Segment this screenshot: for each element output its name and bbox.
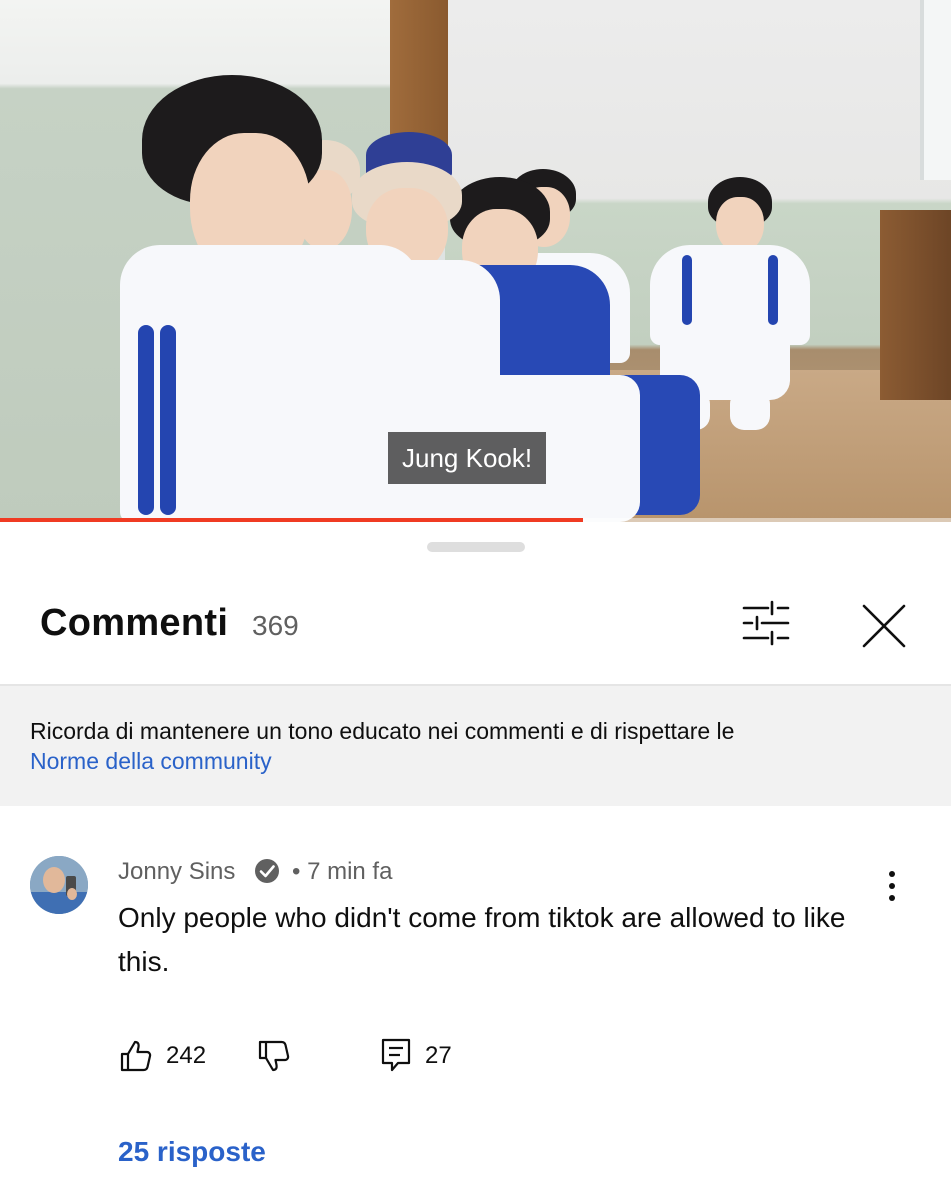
close-button[interactable] [856,598,912,654]
avatar-image [30,856,88,914]
comment-item: Jonny Sins • 7 min fa Only people who di… [0,806,951,1200]
notice-text: Ricorda di mantenere un tono educato nei… [30,718,735,744]
comments-title: Commenti [40,602,229,644]
comments-count: 369 [252,610,299,641]
like-count: 242 [166,1042,207,1069]
comment-time: • 7 min fa [292,858,393,885]
comment-author[interactable]: Jonny Sins [118,858,235,886]
sort-filter-button[interactable] [738,598,794,648]
close-icon [862,604,906,648]
view-replies-link[interactable]: 25 risposte [118,1136,266,1168]
comment-icon [381,1038,411,1072]
drag-handle[interactable] [427,542,525,552]
like-button[interactable] [118,1038,154,1074]
video-player[interactable]: Jung Kook! [0,0,951,522]
video-subtitle: Jung Kook! [388,432,547,484]
reply-count: 27 [425,1042,452,1069]
thumbs-down-icon [258,1040,290,1072]
reply-button[interactable] [378,1036,414,1074]
avatar[interactable] [30,856,88,914]
comments-sheet: Commenti 369 Ricorda di mantenere un ton… [0,522,951,1200]
video-person-front [120,75,640,522]
dislike-button[interactable] [256,1038,292,1074]
verified-check-icon [254,858,280,884]
community-notice: Ricorda di mantenere un tono educato nei… [0,686,951,806]
comment-text: Only people who didn't come from tiktok … [118,902,846,977]
sliders-icon [742,600,790,646]
community-guidelines-link[interactable]: Norme della community [30,748,272,775]
thumbs-up-icon [120,1040,152,1072]
video-frame-cabinet [880,210,951,400]
video-frame-window [920,0,951,180]
